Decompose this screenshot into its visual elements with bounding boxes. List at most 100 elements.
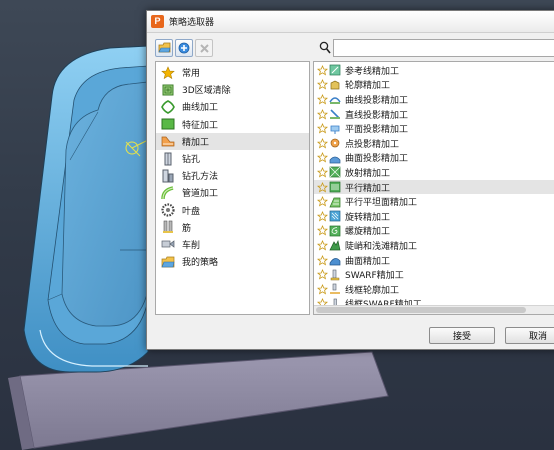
favorite-star-icon[interactable] bbox=[317, 196, 328, 207]
strategy-label: 线框轮廓加工 bbox=[345, 285, 400, 296]
category-label: 曲线加工 bbox=[182, 103, 219, 114]
reference-line-icon bbox=[329, 64, 341, 76]
wireframe-profile-icon bbox=[330, 283, 340, 294]
favorite-star-icon[interactable] bbox=[317, 210, 328, 222]
strategy-item[interactable]: 轮廓精加工 bbox=[314, 78, 554, 93]
app-logo-icon: P bbox=[151, 15, 164, 28]
strategy-item[interactable]: 螺旋精加工 bbox=[314, 224, 554, 239]
horizontal-scrollbar[interactable] bbox=[314, 305, 554, 314]
line-projection-icon bbox=[330, 109, 340, 120]
category-label: 钻孔 bbox=[182, 155, 201, 166]
strategy-label: 参考线精加工 bbox=[345, 66, 400, 77]
category-label: 筋 bbox=[182, 223, 192, 234]
strategy-item[interactable]: 陡峭和浅滩精加工 bbox=[314, 238, 554, 253]
category-rib[interactable]: 筋 bbox=[156, 219, 309, 236]
favorite-star-icon[interactable] bbox=[317, 108, 328, 120]
folder-open-icon bbox=[158, 42, 170, 53]
favorite-star-icon[interactable] bbox=[317, 239, 328, 251]
favorite-star-icon[interactable] bbox=[317, 64, 328, 76]
strategy-item[interactable]: 参考线精加工 bbox=[314, 63, 554, 78]
drill-method-icon bbox=[162, 169, 174, 183]
strategy-label: 旋转精加工 bbox=[345, 212, 391, 223]
strategy-item[interactable]: 线框轮廓加工 bbox=[314, 282, 554, 297]
feature-icon bbox=[161, 118, 175, 130]
star-icon bbox=[161, 65, 175, 79]
favorite-star-icon[interactable] bbox=[317, 181, 328, 193]
radial-icon bbox=[329, 167, 341, 178]
strategy-label: 直线投影精加工 bbox=[345, 110, 409, 121]
favorite-star-icon[interactable] bbox=[317, 254, 328, 266]
strategy-item[interactable]: 曲面投影精加工 bbox=[314, 151, 554, 166]
strategy-label: 平行平坦面精加工 bbox=[345, 198, 418, 209]
delete-strategy-button[interactable] bbox=[195, 39, 213, 57]
strategy-item[interactable]: 放射精加工 bbox=[314, 165, 554, 180]
strategy-item[interactable]: 曲线投影精加工 bbox=[314, 92, 554, 107]
favorite-star-icon[interactable] bbox=[317, 93, 328, 105]
favorite-star-icon[interactable] bbox=[317, 137, 328, 149]
steep-shallow-icon bbox=[329, 240, 341, 251]
strategy-label: 曲面投影精加工 bbox=[345, 154, 409, 165]
strategy-label: 轮廓精加工 bbox=[345, 81, 391, 92]
profile-icon bbox=[330, 80, 340, 90]
scrollbar-thumb[interactable] bbox=[316, 307, 526, 313]
category-my-strategies[interactable]: 我的策略 bbox=[156, 253, 309, 270]
category-blisk[interactable]: 叶盘 bbox=[156, 202, 309, 219]
cancel-button[interactable]: 取消 bbox=[505, 327, 554, 344]
favorite-star-icon[interactable] bbox=[317, 152, 328, 163]
strategy-item[interactable]: 平行精加工 bbox=[314, 179, 554, 195]
add-strategy-button[interactable] bbox=[175, 39, 193, 57]
category-label: 特征加工 bbox=[182, 120, 219, 131]
category-3d-area-clearance[interactable]: 3D区域清除 bbox=[156, 81, 309, 98]
drill-icon bbox=[164, 152, 172, 166]
category-common[interactable]: 常用 bbox=[156, 64, 309, 81]
raster-icon bbox=[329, 181, 341, 193]
dialog-titlebar[interactable]: P 策略选取器 bbox=[147, 11, 554, 33]
strategy-item[interactable]: 平行平坦面精加工 bbox=[314, 194, 554, 209]
category-drilling[interactable]: 钻孔 bbox=[156, 150, 309, 167]
strategy-label: 曲面精加工 bbox=[345, 256, 391, 267]
category-list: 常用 3D区域清除 曲线加工 特征加工 精加工 钻孔 钻孔方法 管道加工 叶盘 … bbox=[155, 61, 310, 315]
pipe-icon bbox=[161, 186, 174, 200]
point-projection-icon bbox=[330, 138, 340, 148]
category-label: 精加工 bbox=[182, 137, 210, 148]
dialog-toolbar bbox=[155, 39, 213, 57]
favorite-star-icon[interactable] bbox=[317, 79, 328, 90]
category-label: 叶盘 bbox=[182, 206, 201, 217]
favorite-star-icon[interactable] bbox=[317, 283, 328, 295]
category-label: 我的策略 bbox=[182, 258, 219, 269]
favorite-star-icon[interactable] bbox=[317, 123, 328, 134]
category-finishing[interactable]: 精加工 bbox=[156, 132, 309, 150]
strategy-item[interactable]: 点投影精加工 bbox=[314, 136, 554, 151]
dialog-title: 策略选取器 bbox=[169, 18, 215, 28]
search-input[interactable] bbox=[333, 39, 554, 57]
strategy-label: 点投影精加工 bbox=[345, 139, 400, 150]
category-drilling-methods[interactable]: 钻孔方法 bbox=[156, 167, 309, 184]
strategy-label: 放射精加工 bbox=[345, 168, 391, 179]
curve-icon bbox=[161, 100, 175, 114]
swarf-icon bbox=[330, 269, 340, 280]
favorite-star-icon[interactable] bbox=[317, 225, 328, 236]
category-label: 车削 bbox=[182, 240, 201, 251]
strategy-item[interactable]: 曲面精加工 bbox=[314, 253, 554, 268]
accept-button[interactable]: 接受 bbox=[429, 327, 495, 344]
category-pipe-machining[interactable]: 管道加工 bbox=[156, 184, 309, 201]
surface-projection-icon bbox=[329, 156, 341, 164]
category-feature-machining[interactable]: 特征加工 bbox=[156, 116, 309, 133]
open-folder-button[interactable] bbox=[155, 39, 173, 57]
strategy-item[interactable]: 旋转精加工 bbox=[314, 209, 554, 224]
blisk-icon bbox=[161, 203, 175, 217]
strategy-item[interactable]: SWARF精加工 bbox=[314, 267, 554, 282]
strategy-picker-dialog: P 策略选取器 常用 3D区域清除 曲线加工 特征加工 精加工 钻孔 钻孔方法 … bbox=[146, 10, 554, 350]
favorite-star-icon[interactable] bbox=[317, 269, 328, 280]
turning-icon bbox=[161, 240, 175, 249]
strategy-item[interactable]: 平面投影精加工 bbox=[314, 121, 554, 136]
category-curve-machining[interactable]: 曲线加工 bbox=[156, 98, 309, 115]
favorite-star-icon[interactable] bbox=[317, 166, 328, 178]
strategy-item[interactable]: 直线投影精加工 bbox=[314, 107, 554, 122]
search-icon bbox=[319, 41, 331, 54]
curve-projection-icon bbox=[329, 97, 341, 105]
finishing-icon bbox=[161, 136, 175, 147]
add-icon bbox=[178, 42, 190, 54]
category-turning[interactable]: 车削 bbox=[156, 236, 309, 253]
rotary-icon bbox=[329, 210, 341, 222]
